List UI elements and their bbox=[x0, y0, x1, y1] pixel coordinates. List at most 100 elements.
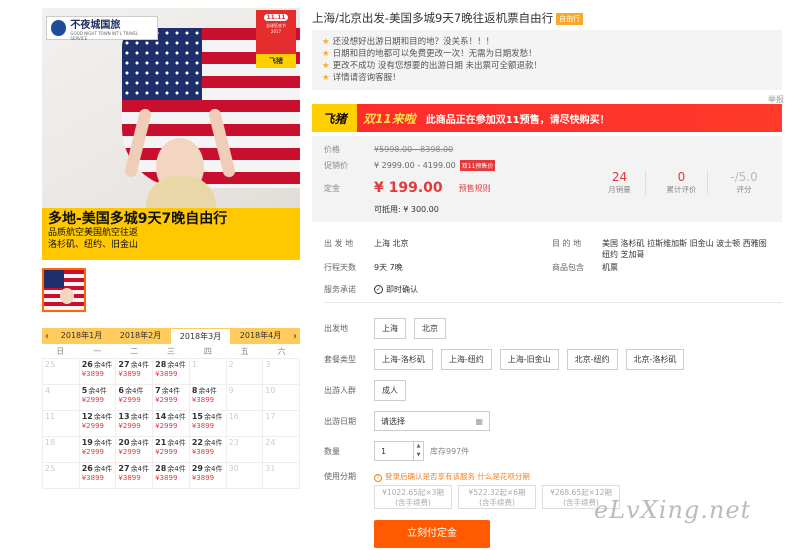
calendar-day-available[interactable]: 19余4件 ¥2999 bbox=[79, 437, 117, 463]
price-calendar: ‹ 2018年1月 2018年2月 2018年3月 2018年4月 › 日 一 … bbox=[42, 328, 300, 489]
date-picker[interactable]: 请选择 ▦ bbox=[374, 411, 490, 431]
day-number: 27 bbox=[118, 360, 130, 369]
day-number: 26 bbox=[81, 464, 93, 473]
calendar-day-available[interactable]: 5余4件 ¥2999 bbox=[79, 385, 117, 411]
calendar-day-available[interactable]: 12余4件 ¥2999 bbox=[79, 411, 117, 437]
calendar-day-available[interactable]: 20余4件 ¥2999 bbox=[116, 437, 154, 463]
calendar-tab[interactable]: 2018年2月 bbox=[111, 328, 170, 344]
qty-down-icon[interactable]: ▼ bbox=[414, 451, 423, 460]
depart-option-beijing[interactable]: 北京 bbox=[414, 318, 446, 339]
calendar-day-available[interactable]: 26余4件 ¥3899 bbox=[79, 463, 117, 489]
day-stock: 余4件 bbox=[130, 439, 150, 447]
purchase-options: 出发地 上海 北京 套餐类型 上海-洛杉矶 上海-纽约 上海-旧金山 北京-纽约… bbox=[324, 318, 784, 519]
days-value: 9天 7晚 bbox=[374, 263, 403, 272]
deposit-price: ¥ 199.00 bbox=[374, 180, 443, 196]
calendar-day: 25 bbox=[43, 359, 80, 385]
day-price: ¥2999 bbox=[155, 396, 178, 404]
inst-notice[interactable]: 登录后确认是否享有该服务 bbox=[385, 472, 475, 481]
qty-up-icon[interactable]: ▲ bbox=[414, 442, 423, 451]
calendar-day-available[interactable]: 21余4件 ¥2999 bbox=[153, 437, 190, 463]
deposit-label: 定金 bbox=[324, 183, 340, 193]
note-text: 还没想好出游日期和目的地？没关系！！！ bbox=[332, 37, 495, 47]
presale-rule-link[interactable]: 预售规则 bbox=[459, 183, 491, 194]
day-number: 13 bbox=[118, 412, 130, 421]
weekday: 二 bbox=[130, 346, 139, 356]
package-option[interactable]: 北京-纽约 bbox=[566, 349, 618, 370]
calendar-day-available[interactable]: 14余4件 ¥2999 bbox=[153, 411, 190, 437]
product-title: 上海/北京出发-美国多城9天7晚往返机票自由行 自由行 bbox=[312, 10, 584, 26]
promo-banner: 飞猪 双11来啦 此商品正在参加双11预售，请尽快购买！ bbox=[312, 104, 782, 132]
day-number: 28 bbox=[155, 360, 167, 369]
calendar-day-available[interactable]: 28余4件 ¥3899 bbox=[153, 359, 190, 385]
promo-price-label: 促销价 bbox=[324, 160, 348, 170]
star-icon: ★ bbox=[322, 61, 330, 71]
calendar-icon: ▦ bbox=[475, 416, 483, 426]
caption-line1: 品质航空美国航空往返 bbox=[48, 228, 139, 238]
calendar-day: 10 bbox=[263, 385, 300, 411]
calendar-tab[interactable]: 2018年1月 bbox=[52, 328, 111, 344]
star-icon: ★ bbox=[322, 37, 330, 47]
day-price: ¥3899 bbox=[191, 448, 215, 456]
calendar-day-available[interactable]: 27余4件 ¥3899 bbox=[116, 359, 154, 385]
calendar-day-available[interactable]: 15余4件 ¥3899 bbox=[189, 411, 227, 437]
day-number: 5 bbox=[81, 386, 88, 395]
stat-label: 累计评价 bbox=[666, 185, 697, 194]
day-price: ¥3899 bbox=[118, 370, 141, 378]
calendar-day-available[interactable]: 6余4件 ¥2999 bbox=[116, 385, 154, 411]
day-number: 31 bbox=[265, 464, 276, 473]
pay-deposit-button[interactable]: 立刻付定金 bbox=[374, 520, 490, 548]
dest-value: 美国 洛杉矶 拉斯维加斯 旧金山 波士顿 西雅图 纽约 芝加哥 bbox=[602, 239, 767, 259]
day-stock: 余4件 bbox=[93, 465, 113, 473]
day-number: 11 bbox=[45, 412, 56, 421]
day-stock: 余4件 bbox=[93, 439, 113, 447]
calendar-tab[interactable]: 2018年4月 bbox=[231, 328, 290, 344]
quantity-input[interactable]: 1 bbox=[374, 441, 414, 461]
deduct-amount: 可抵用: ¥ 300.00 bbox=[374, 204, 439, 214]
calendar-day-available[interactable]: 27余4件 ¥3899 bbox=[116, 463, 154, 489]
caption-title: 多地-美国多城9天7晚自由行 bbox=[48, 211, 228, 227]
day-number: 10 bbox=[265, 386, 276, 395]
package-option[interactable]: 上海-洛杉矶 bbox=[374, 349, 433, 370]
calendar-day: 30 bbox=[226, 463, 264, 489]
people-option-adult[interactable]: 成人 bbox=[374, 380, 406, 401]
calendar-day-available[interactable]: 8余4件 ¥3899 bbox=[189, 385, 227, 411]
day-number: 20 bbox=[118, 438, 130, 447]
installment-option[interactable]: ¥1022.65起×3期 (含手续费) bbox=[374, 485, 452, 509]
stat-sales: 24 月销量 bbox=[594, 170, 646, 195]
orig-price-label: 价格 bbox=[324, 144, 340, 154]
day-stock: 余4件 bbox=[167, 413, 186, 421]
quantity-stepper[interactable]: ▲ ▼ bbox=[414, 441, 424, 461]
huabei-link[interactable]: 什么是花呗分期 bbox=[477, 472, 530, 481]
calendar-weekdays: 日 一 二 三 四 五 六 bbox=[42, 344, 300, 358]
caption-line2: 洛杉矶、纽约、旧金山 bbox=[48, 240, 139, 250]
qty-label: 数量 bbox=[324, 446, 340, 456]
info-icon: ! bbox=[374, 474, 382, 482]
calendar-day-available[interactable]: 29余4件 ¥3899 bbox=[189, 463, 227, 489]
hero-image[interactable]: 不夜城国旅 GOOD NIGHT TOWN INT'L TRAVEL SERVI… bbox=[42, 8, 300, 260]
depart-option-shanghai[interactable]: 上海 bbox=[374, 318, 406, 339]
installment-option[interactable]: ¥522.32起×6期 (含手续费) bbox=[458, 485, 536, 509]
calendar-day-available[interactable]: 28余4件 ¥3899 bbox=[153, 463, 190, 489]
date-label: 出游日期 bbox=[324, 416, 356, 426]
day-number: 24 bbox=[265, 438, 276, 447]
package-option[interactable]: 上海-旧金山 bbox=[499, 349, 559, 370]
stat-reviews[interactable]: 0 累计评价 bbox=[656, 170, 708, 195]
calendar-prev-icon[interactable]: ‹ bbox=[42, 331, 52, 342]
calendar-day: 18 bbox=[43, 437, 80, 463]
inst-amount: ¥522.32起×6期 bbox=[468, 488, 526, 497]
inst-fee: (含手续费) bbox=[479, 498, 515, 507]
calendar-grid: 25 26余4件 ¥3899 27余4件 ¥3899 28余4件 ¥3899 1 2 3 4 5余4件… bbox=[42, 358, 300, 489]
package-option[interactable]: 上海-纽约 bbox=[440, 349, 492, 370]
calendar-next-icon[interactable]: › bbox=[290, 331, 300, 342]
calendar-day-available[interactable]: 22余4件 ¥3899 bbox=[189, 437, 227, 463]
note-text: 日期和目的地都可以免费更改一次！无需为日期发愁！ bbox=[332, 49, 537, 59]
calendar-day-available[interactable]: 7余4件 ¥2999 bbox=[153, 385, 190, 411]
calendar-day-available[interactable]: 26余4件 ¥3899 bbox=[79, 359, 117, 385]
package-option[interactable]: 北京-洛杉矶 bbox=[625, 349, 685, 370]
thumbnail[interactable] bbox=[42, 268, 86, 312]
weekday: 六 bbox=[277, 346, 286, 356]
calendar-day-available[interactable]: 13余4件 ¥2999 bbox=[116, 411, 154, 437]
calendar-tab-active[interactable]: 2018年3月 bbox=[170, 328, 231, 344]
day-stock: 余4件 bbox=[167, 465, 186, 473]
day-price: ¥3899 bbox=[81, 474, 104, 482]
